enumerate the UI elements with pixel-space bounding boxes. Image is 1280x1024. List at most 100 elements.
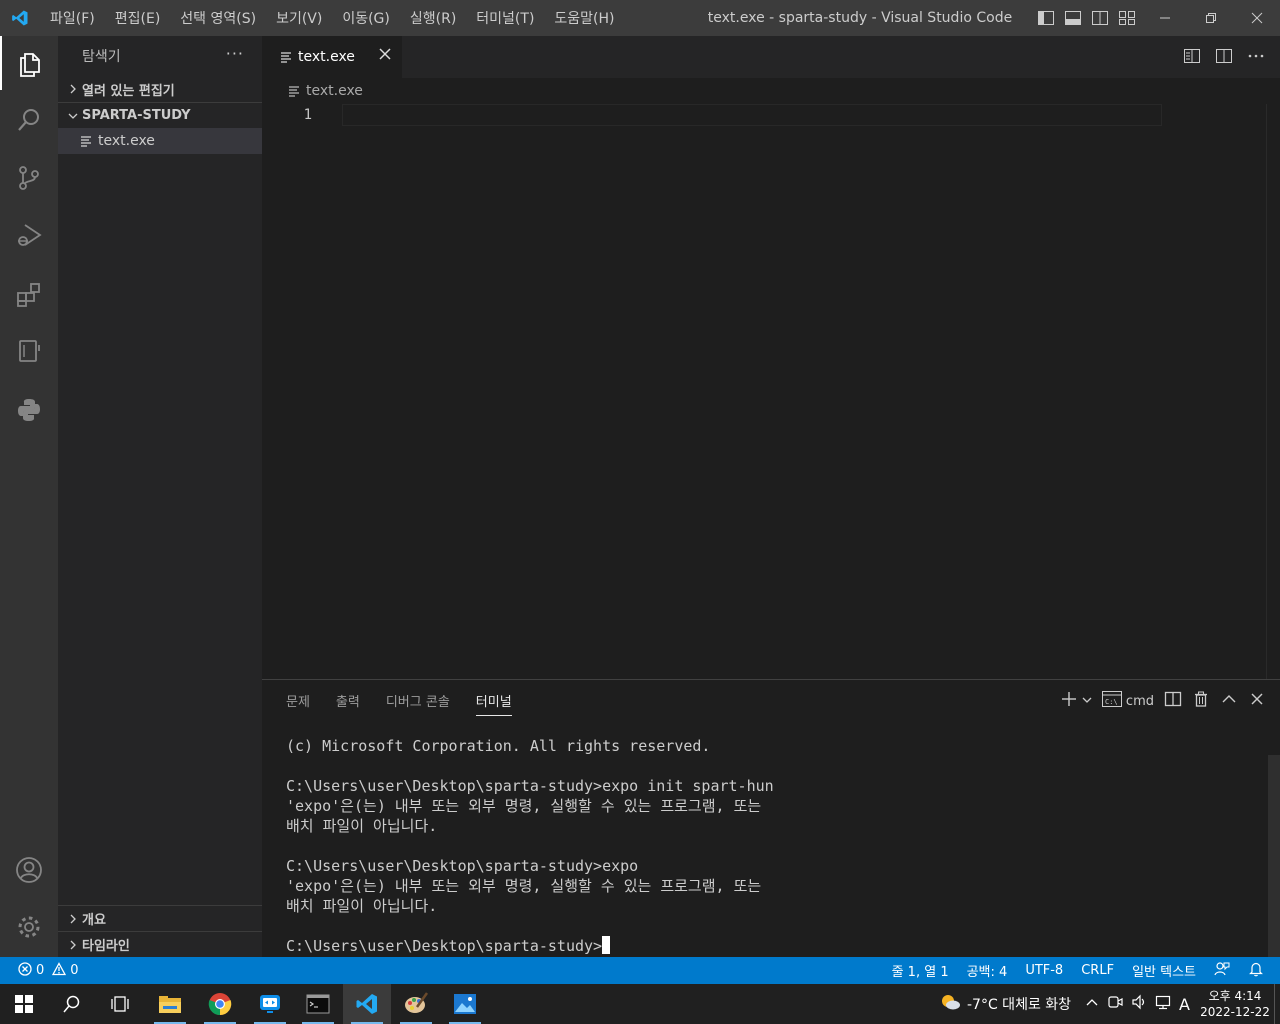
line-number: 1 xyxy=(303,107,312,123)
tab-problems[interactable]: 문제 xyxy=(276,680,320,720)
open-preview-icon[interactable] xyxy=(1182,46,1202,70)
search-icon[interactable] xyxy=(48,984,96,1024)
weather-icon[interactable] xyxy=(939,992,961,1016)
network-icon[interactable] xyxy=(1155,994,1171,1014)
search-icon[interactable] xyxy=(0,93,58,147)
command-prompt-icon[interactable] xyxy=(294,984,342,1024)
window-title: text.exe - sparta-study - Visual Studio … xyxy=(707,10,1013,26)
error-icon xyxy=(18,961,32,980)
feedback-icon[interactable] xyxy=(1214,961,1230,981)
problems-status[interactable]: 0 0 xyxy=(0,961,79,980)
volume-icon[interactable] xyxy=(1131,994,1147,1014)
terminal-scrollbar[interactable] xyxy=(1268,755,1280,958)
timeline-label: 타임라인 xyxy=(82,939,130,954)
chrome-icon[interactable] xyxy=(196,984,244,1024)
menu-help[interactable]: 도움말(H) xyxy=(544,0,624,36)
show-desktop-button[interactable] xyxy=(1274,984,1280,1024)
terminal-line: C:\Users\user\Desktop\sparta-study>expo xyxy=(286,857,639,875)
timeline-section[interactable]: 타임라인 xyxy=(58,931,262,957)
python-icon[interactable] xyxy=(0,383,58,437)
remote-explorer-icon[interactable] xyxy=(0,324,58,378)
cursor-position[interactable]: 줄 1, 열 1 xyxy=(892,961,949,980)
teamviewer-icon[interactable] xyxy=(246,984,294,1024)
explorer-sidebar: 탐색기 ··· 열려 있는 편집기 SPARTA-STUDY text.exe … xyxy=(58,36,262,957)
clock-time: 오후 4:14 xyxy=(1208,989,1262,1003)
editor-line[interactable]: 1 xyxy=(262,104,1166,126)
current-line-highlight[interactable] xyxy=(342,104,1162,126)
open-editors-section[interactable]: 열려 있는 편집기 xyxy=(58,76,262,102)
indentation[interactable]: 공백: 4 xyxy=(967,961,1008,980)
menu-selection[interactable]: 선택 영역(S) xyxy=(170,0,266,36)
close-tab-icon[interactable] xyxy=(378,46,392,65)
language-mode[interactable]: 일반 텍스트 xyxy=(1132,961,1196,980)
photos-icon[interactable] xyxy=(441,984,489,1024)
new-terminal-icon[interactable] xyxy=(1060,690,1078,712)
sidebar-title: 탐색기 xyxy=(82,49,121,65)
menu-edit[interactable]: 편집(E) xyxy=(105,0,171,36)
meet-now-icon[interactable] xyxy=(1107,994,1123,1014)
input-method-indicator[interactable]: A xyxy=(1179,995,1190,1014)
sidebar-bottom-sections: 개요 타임라인 xyxy=(58,905,262,957)
run-debug-icon[interactable] xyxy=(0,208,58,262)
notifications-bell-icon[interactable] xyxy=(1248,961,1264,981)
close-window-icon[interactable] xyxy=(1234,0,1280,36)
maximize-panel-icon[interactable] xyxy=(1220,690,1238,712)
close-panel-icon[interactable] xyxy=(1248,690,1266,712)
terminal-shell-selector[interactable]: C:\ cmd xyxy=(1101,691,1154,711)
file-explorer-icon[interactable] xyxy=(146,984,194,1024)
terminal-prompt: C:\Users\user\Desktop\sparta-study> xyxy=(286,937,603,955)
panel-actions: C:\ cmd xyxy=(1060,690,1266,712)
split-editor-icon[interactable] xyxy=(1214,46,1234,70)
source-control-icon[interactable] xyxy=(0,151,58,205)
menu-terminal[interactable]: 터미널(T) xyxy=(466,0,544,36)
system-tray: -7°C 대체로 화창 A 오후 4:14 2022-12-22 xyxy=(939,984,1280,1024)
folder-section[interactable]: SPARTA-STUDY xyxy=(58,102,262,128)
chevron-up-icon[interactable] xyxy=(1085,995,1099,1013)
encoding[interactable]: UTF-8 xyxy=(1025,963,1063,978)
end-of-line[interactable]: CRLF xyxy=(1081,963,1114,978)
extensions-icon[interactable] xyxy=(0,267,58,321)
clock[interactable]: 오후 4:14 2022-12-22 xyxy=(1196,988,1274,1020)
outline-section[interactable]: 개요 xyxy=(58,905,262,931)
file-item-text-exe[interactable]: text.exe xyxy=(58,128,262,154)
toggle-panel-icon[interactable] xyxy=(1063,8,1083,28)
more-actions-icon[interactable] xyxy=(1246,46,1266,70)
windows-start-icon[interactable] xyxy=(0,984,48,1024)
svg-text:C:\: C:\ xyxy=(1105,698,1118,706)
tab-debug-console[interactable]: 디버그 콘솔 xyxy=(376,680,460,720)
explorer-icon[interactable] xyxy=(0,36,58,90)
terminal-prompt-line[interactable]: C:\Users\user\Desktop\sparta-study> xyxy=(286,936,774,956)
task-view-icon[interactable] xyxy=(96,984,144,1024)
customize-layout-icon[interactable] xyxy=(1117,8,1137,28)
text-file-icon xyxy=(80,135,98,147)
chevron-down-icon[interactable] xyxy=(1082,694,1092,709)
open-editors-label: 열려 있는 편집기 xyxy=(82,83,175,99)
menu-view[interactable]: 보기(V) xyxy=(266,0,332,36)
account-icon[interactable] xyxy=(0,843,58,897)
vscode-taskbar-icon[interactable] xyxy=(343,984,391,1024)
weather-text[interactable]: -7°C 대체로 화창 xyxy=(967,994,1071,1014)
editor-scrollbar[interactable] xyxy=(1266,104,1280,679)
menu-file[interactable]: 파일(F) xyxy=(40,0,105,36)
breadcrumb[interactable]: text.exe xyxy=(262,78,1280,104)
status-bar: 0 0 줄 1, 열 1 공백: 4 UTF-8 CRLF 일반 텍스트 xyxy=(0,957,1280,984)
split-terminal-icon[interactable] xyxy=(1164,690,1182,712)
tab-output[interactable]: 출력 xyxy=(326,680,370,720)
paint-icon[interactable] xyxy=(392,984,440,1024)
breadcrumb-file[interactable]: text.exe xyxy=(306,83,363,99)
minimize-icon[interactable] xyxy=(1142,0,1188,36)
menu-go[interactable]: 이동(G) xyxy=(332,0,400,36)
chevron-down-icon xyxy=(64,111,82,121)
menu-run[interactable]: 실행(R) xyxy=(400,0,466,36)
editor-tab-bar: text.exe xyxy=(262,36,1280,78)
more-actions-icon[interactable]: ··· xyxy=(226,44,244,63)
restore-icon[interactable] xyxy=(1188,0,1234,36)
toggle-secondary-sidebar-icon[interactable] xyxy=(1090,8,1110,28)
trash-icon[interactable] xyxy=(1192,690,1210,712)
tab-terminal[interactable]: 터미널 xyxy=(466,680,522,720)
terminal-output[interactable]: (c) Microsoft Corporation. All rights re… xyxy=(286,736,774,956)
tab-text-exe[interactable]: text.exe xyxy=(262,36,402,78)
layout-controls xyxy=(1036,8,1137,28)
toggle-primary-sidebar-icon[interactable] xyxy=(1036,8,1056,28)
settings-gear-icon[interactable] xyxy=(0,900,58,954)
